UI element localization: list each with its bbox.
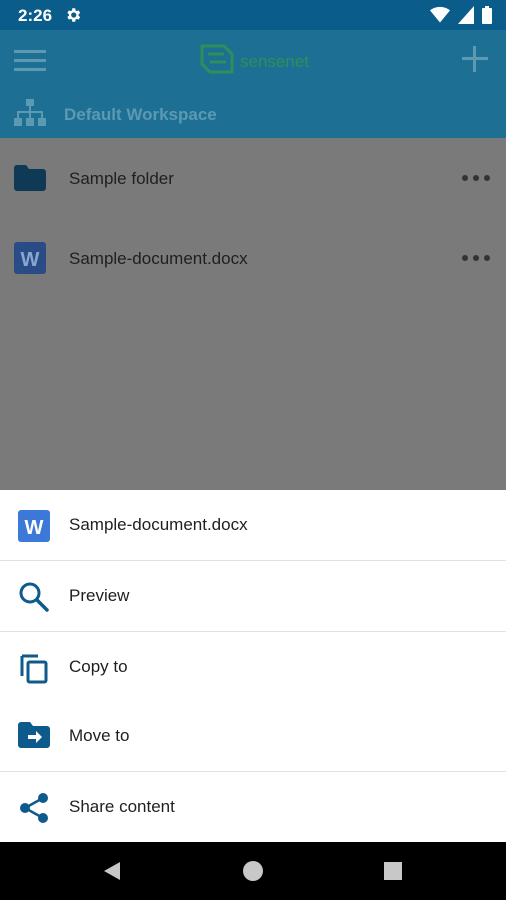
app-bar: sensenet: [0, 30, 506, 90]
breadcrumb[interactable]: Default Workspace: [0, 90, 506, 138]
sitemap-icon: [14, 99, 46, 134]
copy-to-action[interactable]: Copy to: [0, 632, 506, 702]
share-icon: [18, 792, 50, 824]
svg-text:W: W: [21, 249, 40, 271]
sensenet-logo-icon: [198, 40, 236, 83]
list-item-label: Sample-document.docx: [69, 249, 248, 268]
move-to-action[interactable]: Move to: [0, 701, 506, 771]
list-item[interactable]: Sample folder: [0, 138, 506, 218]
app-logo: sensenet: [198, 40, 309, 83]
svg-text:W: W: [25, 517, 44, 539]
wifi-icon: [430, 6, 450, 29]
settings-icon: [64, 6, 82, 29]
breadcrumb-label: Default Workspace: [64, 105, 217, 124]
preview-action[interactable]: Preview: [0, 561, 506, 631]
recent-apps-icon[interactable]: [384, 862, 402, 880]
share-content-action[interactable]: Share content: [0, 772, 506, 842]
list-item-label: Sample folder: [69, 169, 174, 188]
more-options-icon[interactable]: [462, 175, 490, 183]
move-folder-icon: [18, 721, 50, 753]
share-content-action-label: Share content: [69, 797, 175, 816]
copy-icon: [18, 652, 50, 684]
bottom-sheet: W Sample-document.docx Preview Copy to M…: [0, 490, 506, 842]
status-bar: 2:26: [0, 0, 506, 30]
word-document-icon: W: [14, 242, 46, 279]
preview-action-label: Preview: [69, 586, 130, 605]
back-icon[interactable]: [102, 861, 122, 886]
word-document-icon: W: [18, 510, 50, 542]
system-nav-bar: [0, 842, 506, 900]
logo-text: sensenet: [240, 51, 309, 71]
sheet-header-title: Sample-document.docx: [69, 515, 248, 534]
content-list: Sample folder W Sample-document.docx: [0, 138, 506, 490]
sheet-header: W Sample-document.docx: [0, 490, 506, 560]
battery-icon: [482, 6, 492, 29]
list-item[interactable]: W Sample-document.docx: [0, 218, 506, 298]
add-icon[interactable]: [460, 44, 490, 74]
status-time: 2:26: [18, 6, 53, 25]
menu-icon[interactable]: [14, 48, 46, 72]
copy-to-action-label: Copy to: [69, 657, 128, 676]
folder-icon: [14, 165, 46, 196]
move-to-action-label: Move to: [69, 726, 130, 745]
signal-icon: [458, 6, 474, 29]
home-icon[interactable]: [243, 861, 263, 881]
more-options-icon[interactable]: [462, 255, 490, 263]
search-icon: [18, 581, 50, 613]
